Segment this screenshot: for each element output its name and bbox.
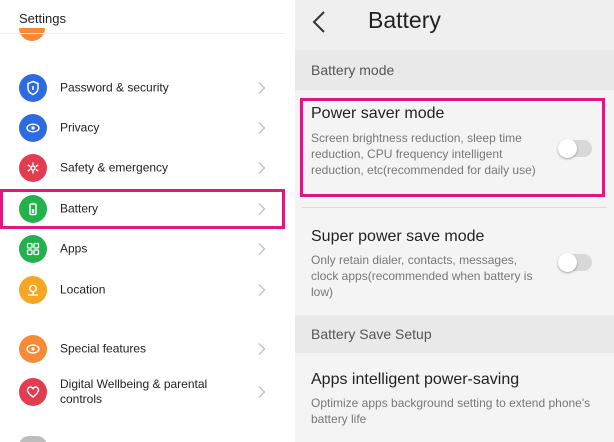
heart-icon	[19, 378, 47, 406]
settings-item-privacy[interactable]: Privacy	[0, 108, 285, 148]
settings-title: Settings	[19, 11, 66, 26]
battery-header: Battery	[295, 0, 614, 50]
settings-item-password-security[interactable]: Password & security	[0, 68, 285, 108]
shield-icon	[19, 74, 47, 102]
settings-item-label: Location	[60, 282, 106, 297]
star-eye-icon	[19, 335, 47, 363]
partial-app-icon	[19, 28, 45, 41]
settings-item-label: Password & security	[60, 80, 169, 95]
super-power-save-mode-description: Only retain dialer, contacts, messages, …	[311, 253, 533, 299]
settings-item-label: Safety & emergency	[60, 160, 169, 175]
section-header-battery-save-setup: Battery Save Setup	[295, 315, 614, 353]
super-power-save-toggle[interactable]	[558, 253, 592, 272]
battery-highlight-box	[0, 189, 285, 229]
eye-icon	[19, 114, 47, 142]
settings-item-location[interactable]: Location	[0, 270, 285, 310]
chevron-right-icon	[258, 386, 266, 398]
back-arrow-icon[interactable]	[311, 10, 327, 34]
location-pin-icon	[19, 276, 47, 304]
apps-intelligent-power-saving-description: Optimize apps background setting to exte…	[311, 396, 591, 426]
settings-item-label: Apps	[60, 241, 88, 256]
power-saver-highlight-box	[300, 98, 605, 197]
settings-panel: Settings Password & security Privacy Saf…	[0, 0, 285, 442]
chevron-right-icon	[258, 243, 266, 255]
chevron-right-icon	[258, 162, 266, 174]
battery-panel: Battery Battery mode Power saver mode Sc…	[295, 0, 614, 442]
settings-item-digital-wellbeing[interactable]: Digital Wellbeing & parental controls	[0, 372, 285, 412]
partial-app-icon	[19, 436, 47, 442]
apps-intelligent-power-saving-row[interactable]: Apps intelligent power-saving Optimize a…	[295, 353, 614, 442]
super-power-save-mode-title: Super power save mode	[311, 228, 485, 245]
header-divider	[0, 33, 285, 34]
settings-item-apps[interactable]: Apps	[0, 229, 285, 269]
chevron-right-icon	[258, 82, 266, 94]
toggle-knob	[558, 253, 577, 272]
settings-item-label: Digital Wellbeing & parental controls	[60, 377, 208, 406]
section-header-battery-mode: Battery mode	[295, 50, 614, 90]
settings-item-special-features[interactable]: Special features	[0, 329, 285, 369]
apps-grid-icon	[19, 235, 47, 263]
settings-item-label: Privacy	[60, 120, 100, 135]
page-title: Battery	[368, 7, 441, 33]
chevron-right-icon	[258, 122, 266, 134]
super-power-save-mode-row[interactable]: Super power save mode Only retain dialer…	[295, 208, 614, 315]
chevron-right-icon	[258, 284, 266, 296]
apps-intelligent-power-saving-title: Apps intelligent power-saving	[311, 371, 520, 388]
asterisk-icon	[19, 154, 47, 182]
settings-item-label: Special features	[60, 341, 147, 356]
panel-gutter	[285, 0, 295, 442]
settings-item-safety-emergency[interactable]: Safety & emergency	[0, 148, 285, 188]
chevron-right-icon	[258, 343, 266, 355]
